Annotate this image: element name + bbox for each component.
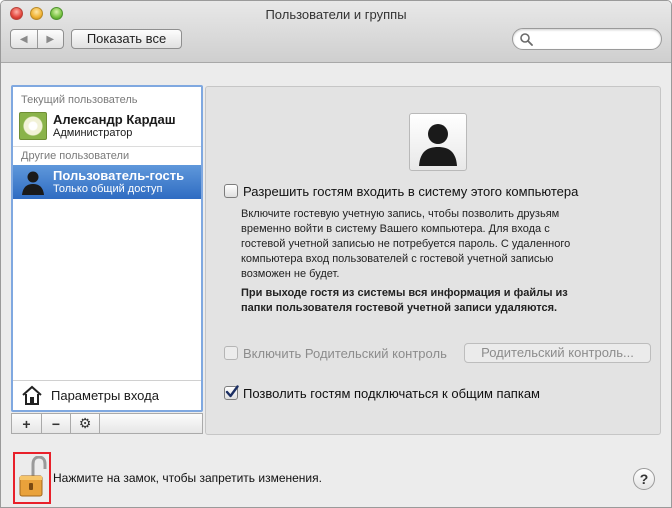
shared-folders-checkbox[interactable]	[224, 385, 239, 400]
remove-user-button[interactable]: −	[41, 414, 70, 433]
shared-folders-label: Позволить гостям подключаться к общим па…	[243, 386, 540, 401]
current-user-role: Администратор	[53, 127, 133, 139]
allow-guests-checkbox[interactable]	[224, 184, 238, 198]
user-row-guest[interactable]: Пользователь-гость Только общий доступ	[13, 165, 201, 199]
window-title: Пользователи и группы	[265, 7, 407, 22]
user-list-controls: + − ⚙	[11, 413, 100, 434]
forward-arrow-icon: ▶	[46, 33, 55, 45]
allow-guests-label: Разрешить гостям входить в систему этого…	[243, 184, 579, 199]
user-row-current[interactable]: Александр Кардаш Администратор	[13, 109, 201, 143]
description-line: Включите гостевую учетную запись, чтобы …	[241, 208, 560, 220]
guest-description: Включите гостевую учетную запись, чтобы …	[241, 207, 631, 282]
warning-line: При выходе гостя из системы вся информац…	[241, 287, 568, 299]
lock-button[interactable]	[13, 452, 51, 504]
title-bar: Пользователи и группы ◀ ▶ Показать все	[1, 1, 671, 63]
add-user-button[interactable]: +	[12, 414, 41, 433]
forward-button[interactable]: ▶	[36, 30, 64, 48]
lock-message: Нажмите на замок, чтобы запретить измене…	[53, 471, 322, 485]
login-options-label: Параметры входа	[51, 388, 159, 403]
section-divider	[13, 146, 201, 147]
search-icon	[520, 33, 533, 46]
help-button[interactable]: ?	[633, 468, 655, 490]
description-line: компьютера вход пользователей с гостевой…	[241, 253, 554, 265]
description-line: возможен не будет.	[241, 268, 340, 280]
parental-controls-label: Включить Родительский контроль	[243, 346, 447, 361]
description-line: временно войти в систему Вашего компьюте…	[241, 223, 550, 235]
show-all-button[interactable]: Показать все	[71, 29, 182, 49]
gear-icon[interactable]: ⚙	[70, 414, 99, 433]
back-forward-group: ◀ ▶	[10, 29, 64, 49]
home-icon	[22, 385, 42, 405]
guest-silhouette-icon	[22, 171, 44, 195]
current-user-name: Александр Кардаш	[53, 112, 176, 127]
back-arrow-icon: ◀	[19, 33, 28, 45]
current-user-header: Текущий пользователь	[21, 94, 138, 106]
description-line: гостевой учетной записью не потребуется …	[241, 238, 571, 250]
guest-silhouette-large-icon	[419, 124, 457, 166]
flower-avatar-icon	[19, 112, 47, 140]
guest-user-role: Только общий доступ	[53, 183, 163, 195]
unlocked-padlock-icon	[19, 456, 47, 497]
search-field[interactable]	[512, 28, 662, 50]
checkmark-icon	[225, 385, 239, 398]
user-list[interactable]: Текущий пользователь Александр Кардаш Ад…	[11, 85, 203, 412]
login-options-item[interactable]: Параметры входа	[13, 380, 201, 410]
guest-warning: При выходе гостя из системы вся информац…	[241, 286, 631, 316]
guest-picture[interactable]	[409, 113, 467, 171]
parental-controls-button[interactable]: Родительский контроль...	[464, 343, 651, 363]
warning-line: папки пользователя гостевой учетной запи…	[241, 302, 558, 314]
preferences-window: Пользователи и группы ◀ ▶ Показать все Т…	[0, 0, 672, 508]
other-users-header: Другие пользователи	[21, 150, 130, 162]
controls-bar-fill	[100, 413, 203, 434]
guest-user-name: Пользователь-гость	[53, 168, 185, 183]
parental-controls-checkbox[interactable]	[224, 346, 238, 360]
back-button[interactable]: ◀	[11, 30, 37, 48]
